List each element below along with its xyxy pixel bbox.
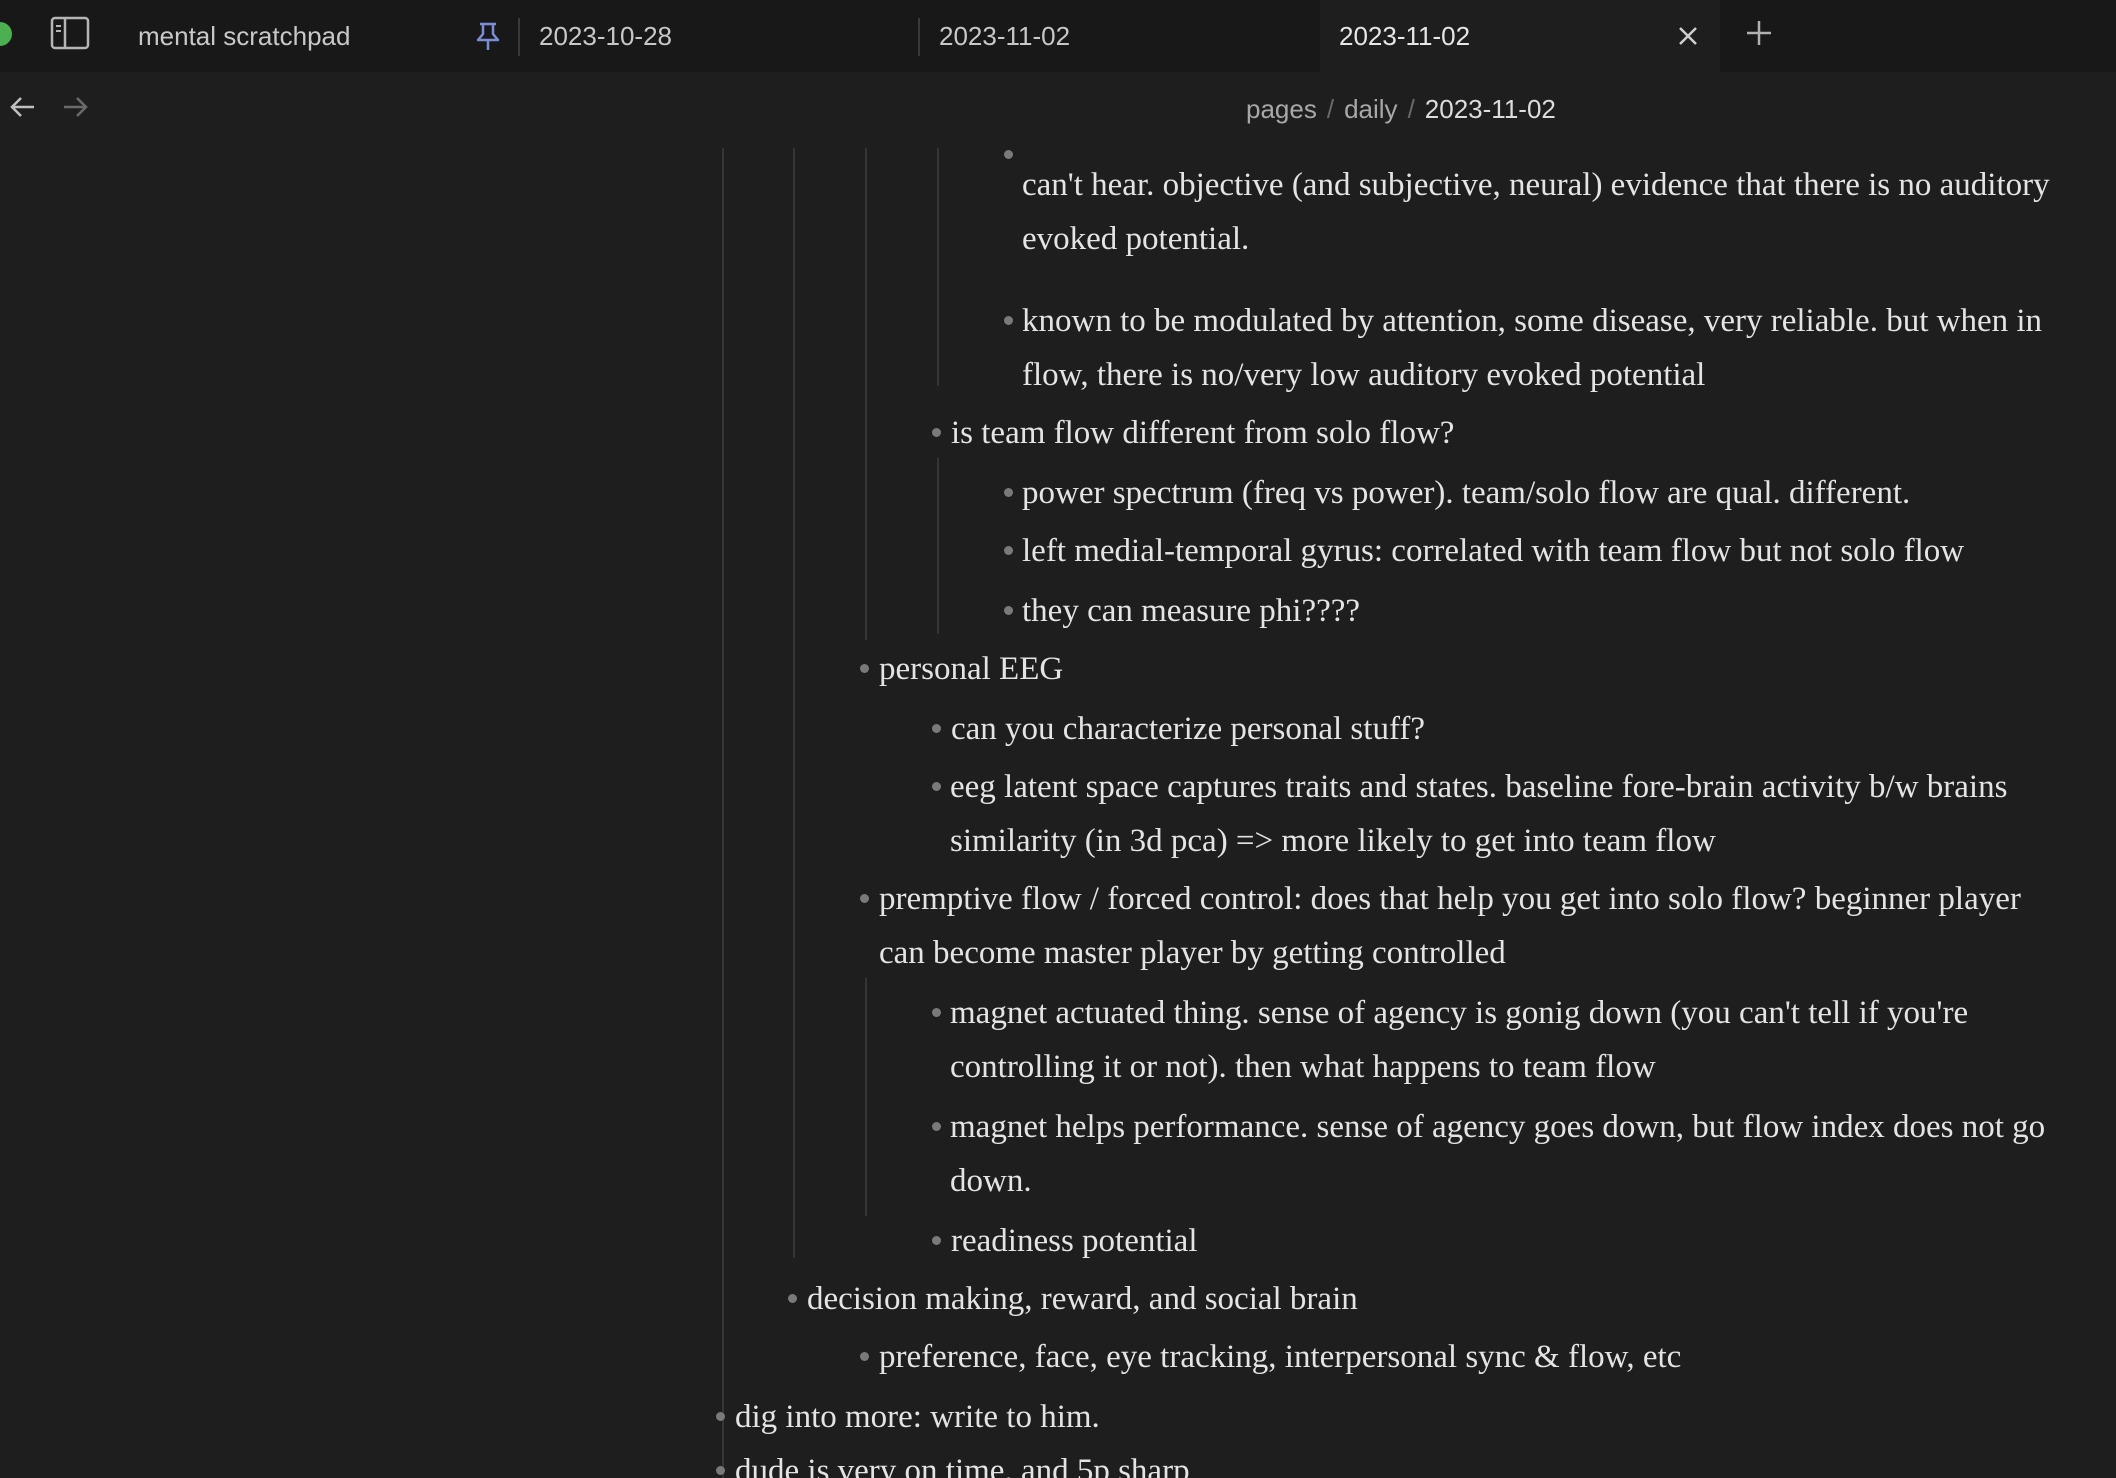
bullet[interactable]: [932, 782, 941, 791]
block-text[interactable]: eeg latent space captures traits and sta…: [950, 760, 2040, 868]
block-text[interactable]: magnet helps performance. sense of agenc…: [950, 1100, 2080, 1208]
app-status-icon: [0, 20, 14, 48]
bullet[interactable]: [1004, 546, 1013, 555]
bullet[interactable]: [1004, 606, 1013, 615]
breadcrumb-item-current: 2023-11-02: [1424, 94, 1556, 124]
block-text[interactable]: is team flow different from solo flow?: [951, 406, 2091, 460]
indent-guide: [865, 148, 867, 640]
breadcrumb-item-pages[interactable]: pages: [1246, 94, 1317, 124]
block-text[interactable]: left medial-temporal gyrus: correlated w…: [1022, 524, 2100, 578]
bullet[interactable]: [1004, 150, 1013, 159]
bullet[interactable]: [1004, 316, 1013, 325]
block-text[interactable]: magnet actuated thing. sense of agency i…: [950, 986, 2090, 1094]
tab-2023-11-02-active[interactable]: 2023-11-02: [1320, 0, 1720, 72]
bullet[interactable]: [860, 664, 869, 673]
close-tab-icon[interactable]: [1676, 24, 1700, 48]
bullet[interactable]: [932, 1236, 941, 1245]
editor-outline: task-irrelevant knocking sound (outside …: [0, 148, 2116, 1478]
tab-2023-11-02-a[interactable]: 2023-11-02: [920, 0, 1320, 72]
block-text[interactable]: dig into more: write to him.: [735, 1390, 2085, 1444]
bullet[interactable]: [788, 1294, 797, 1303]
bullet[interactable]: [860, 894, 869, 903]
block-text[interactable]: premptive flow / forced control: does th…: [879, 872, 2039, 980]
indent-guide: [865, 978, 867, 1216]
indent-guide: [937, 458, 939, 634]
tab-label: mental scratchpad: [138, 21, 351, 51]
indent-guide: [793, 148, 795, 1258]
toggle-sidebar-icon[interactable]: [50, 16, 90, 50]
block-text[interactable]: they can measure phi????: [1022, 584, 2100, 638]
block-text[interactable]: known to be modulated by attention, some…: [1022, 294, 2042, 402]
block-text[interactable]: preference, face, eye tracking, interper…: [879, 1330, 2089, 1384]
breadcrumb: pages / daily / 2023-11-02: [1246, 92, 1556, 126]
tab-mental-scratchpad[interactable]: mental scratchpad: [120, 0, 520, 72]
tab-2023-10-28[interactable]: 2023-10-28: [520, 0, 920, 72]
bullet[interactable]: [716, 1466, 725, 1475]
block-text[interactable]: dude is very on time. and 5p sharp: [735, 1444, 2085, 1478]
tab-bar: mental scratchpad 2023-10-28 2023-11-02 …: [0, 0, 2116, 72]
back-arrow-icon[interactable]: [8, 92, 36, 128]
block-text[interactable]: personal EEG: [879, 642, 2089, 696]
pin-icon[interactable]: [474, 20, 502, 52]
breadcrumb-separator: /: [1407, 94, 1415, 124]
bullet[interactable]: [716, 1412, 725, 1421]
breadcrumb-item-daily[interactable]: daily: [1344, 94, 1397, 124]
bullet[interactable]: [932, 428, 941, 437]
forward-arrow-icon[interactable]: [62, 92, 90, 128]
bullet[interactable]: [932, 1122, 941, 1131]
bullet[interactable]: [932, 1008, 941, 1017]
tab-label: 2023-11-02: [1339, 21, 1471, 51]
tab-label: 2023-10-28: [539, 21, 672, 51]
indent-guide: [722, 148, 724, 1478]
block-text[interactable]: readiness potential: [951, 1214, 2091, 1268]
new-tab-icon[interactable]: [1744, 18, 1774, 48]
bullet[interactable]: [1004, 488, 1013, 497]
breadcrumb-separator: /: [1326, 94, 1335, 124]
bullet[interactable]: [932, 724, 941, 733]
block-text[interactable]: can you characterize personal stuff?: [951, 702, 2091, 756]
bullet[interactable]: [860, 1352, 869, 1361]
block-text[interactable]: task-irrelevant knocking sound (outside …: [1022, 148, 2100, 266]
block-text[interactable]: power spectrum (freq vs power). team/sol…: [1022, 466, 2100, 520]
block-text[interactable]: decision making, reward, and social brai…: [807, 1272, 2087, 1326]
indent-guide: [937, 148, 939, 386]
tab-label: 2023-11-02: [939, 21, 1071, 51]
